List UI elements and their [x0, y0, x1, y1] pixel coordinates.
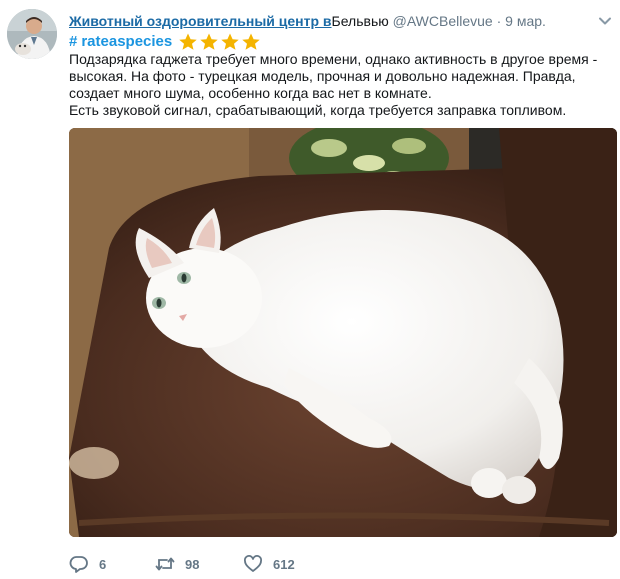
reply-icon	[69, 556, 88, 573]
star-icon	[221, 33, 239, 50]
tweet-text-line: Есть звуковой сигнал, срабатывающий, ког…	[69, 102, 567, 118]
reply-button[interactable]: 6	[69, 554, 155, 574]
star-icon	[242, 33, 260, 50]
tweet-photo[interactable]	[69, 128, 617, 537]
retweet-count: 98	[185, 556, 200, 572]
avatar-image	[7, 9, 57, 59]
display-name[interactable]: Животный оздоровительный центр в	[69, 13, 332, 29]
location: Бельвью	[331, 13, 389, 29]
heart-icon	[244, 555, 262, 572]
hashtag-line: # rateaspecies	[69, 31, 262, 53]
tweet-actions: 6 98 612	[69, 553, 333, 575]
tweet-text-line: Подзарядка гаджета требует много времени…	[69, 51, 598, 101]
star-icon	[200, 33, 218, 50]
separator: ·	[496, 13, 502, 29]
retweet-button[interactable]: 98	[155, 554, 243, 574]
rating-stars	[178, 32, 262, 52]
avatar[interactable]	[7, 9, 57, 59]
like-button[interactable]: 612	[243, 554, 333, 574]
hashtag-link[interactable]: # rateaspecies	[69, 31, 172, 53]
user-handle[interactable]: @AWCBellevue	[393, 13, 493, 29]
tweet-header: Животный оздоровительный центр вБельвью …	[69, 11, 589, 31]
star-icon	[179, 33, 197, 50]
hash-symbol: #	[69, 33, 78, 50]
cat-photo	[69, 128, 617, 537]
reply-count: 6	[99, 556, 107, 572]
tweet-text: Подзарядка гаджета требует много времени…	[69, 51, 614, 119]
tweet-date[interactable]: 9 мар.	[505, 13, 546, 29]
retweet-icon	[155, 557, 175, 571]
like-count: 612	[273, 556, 295, 572]
hashtag-text: rateaspecies	[81, 33, 173, 50]
chevron-down-icon[interactable]	[597, 13, 613, 29]
